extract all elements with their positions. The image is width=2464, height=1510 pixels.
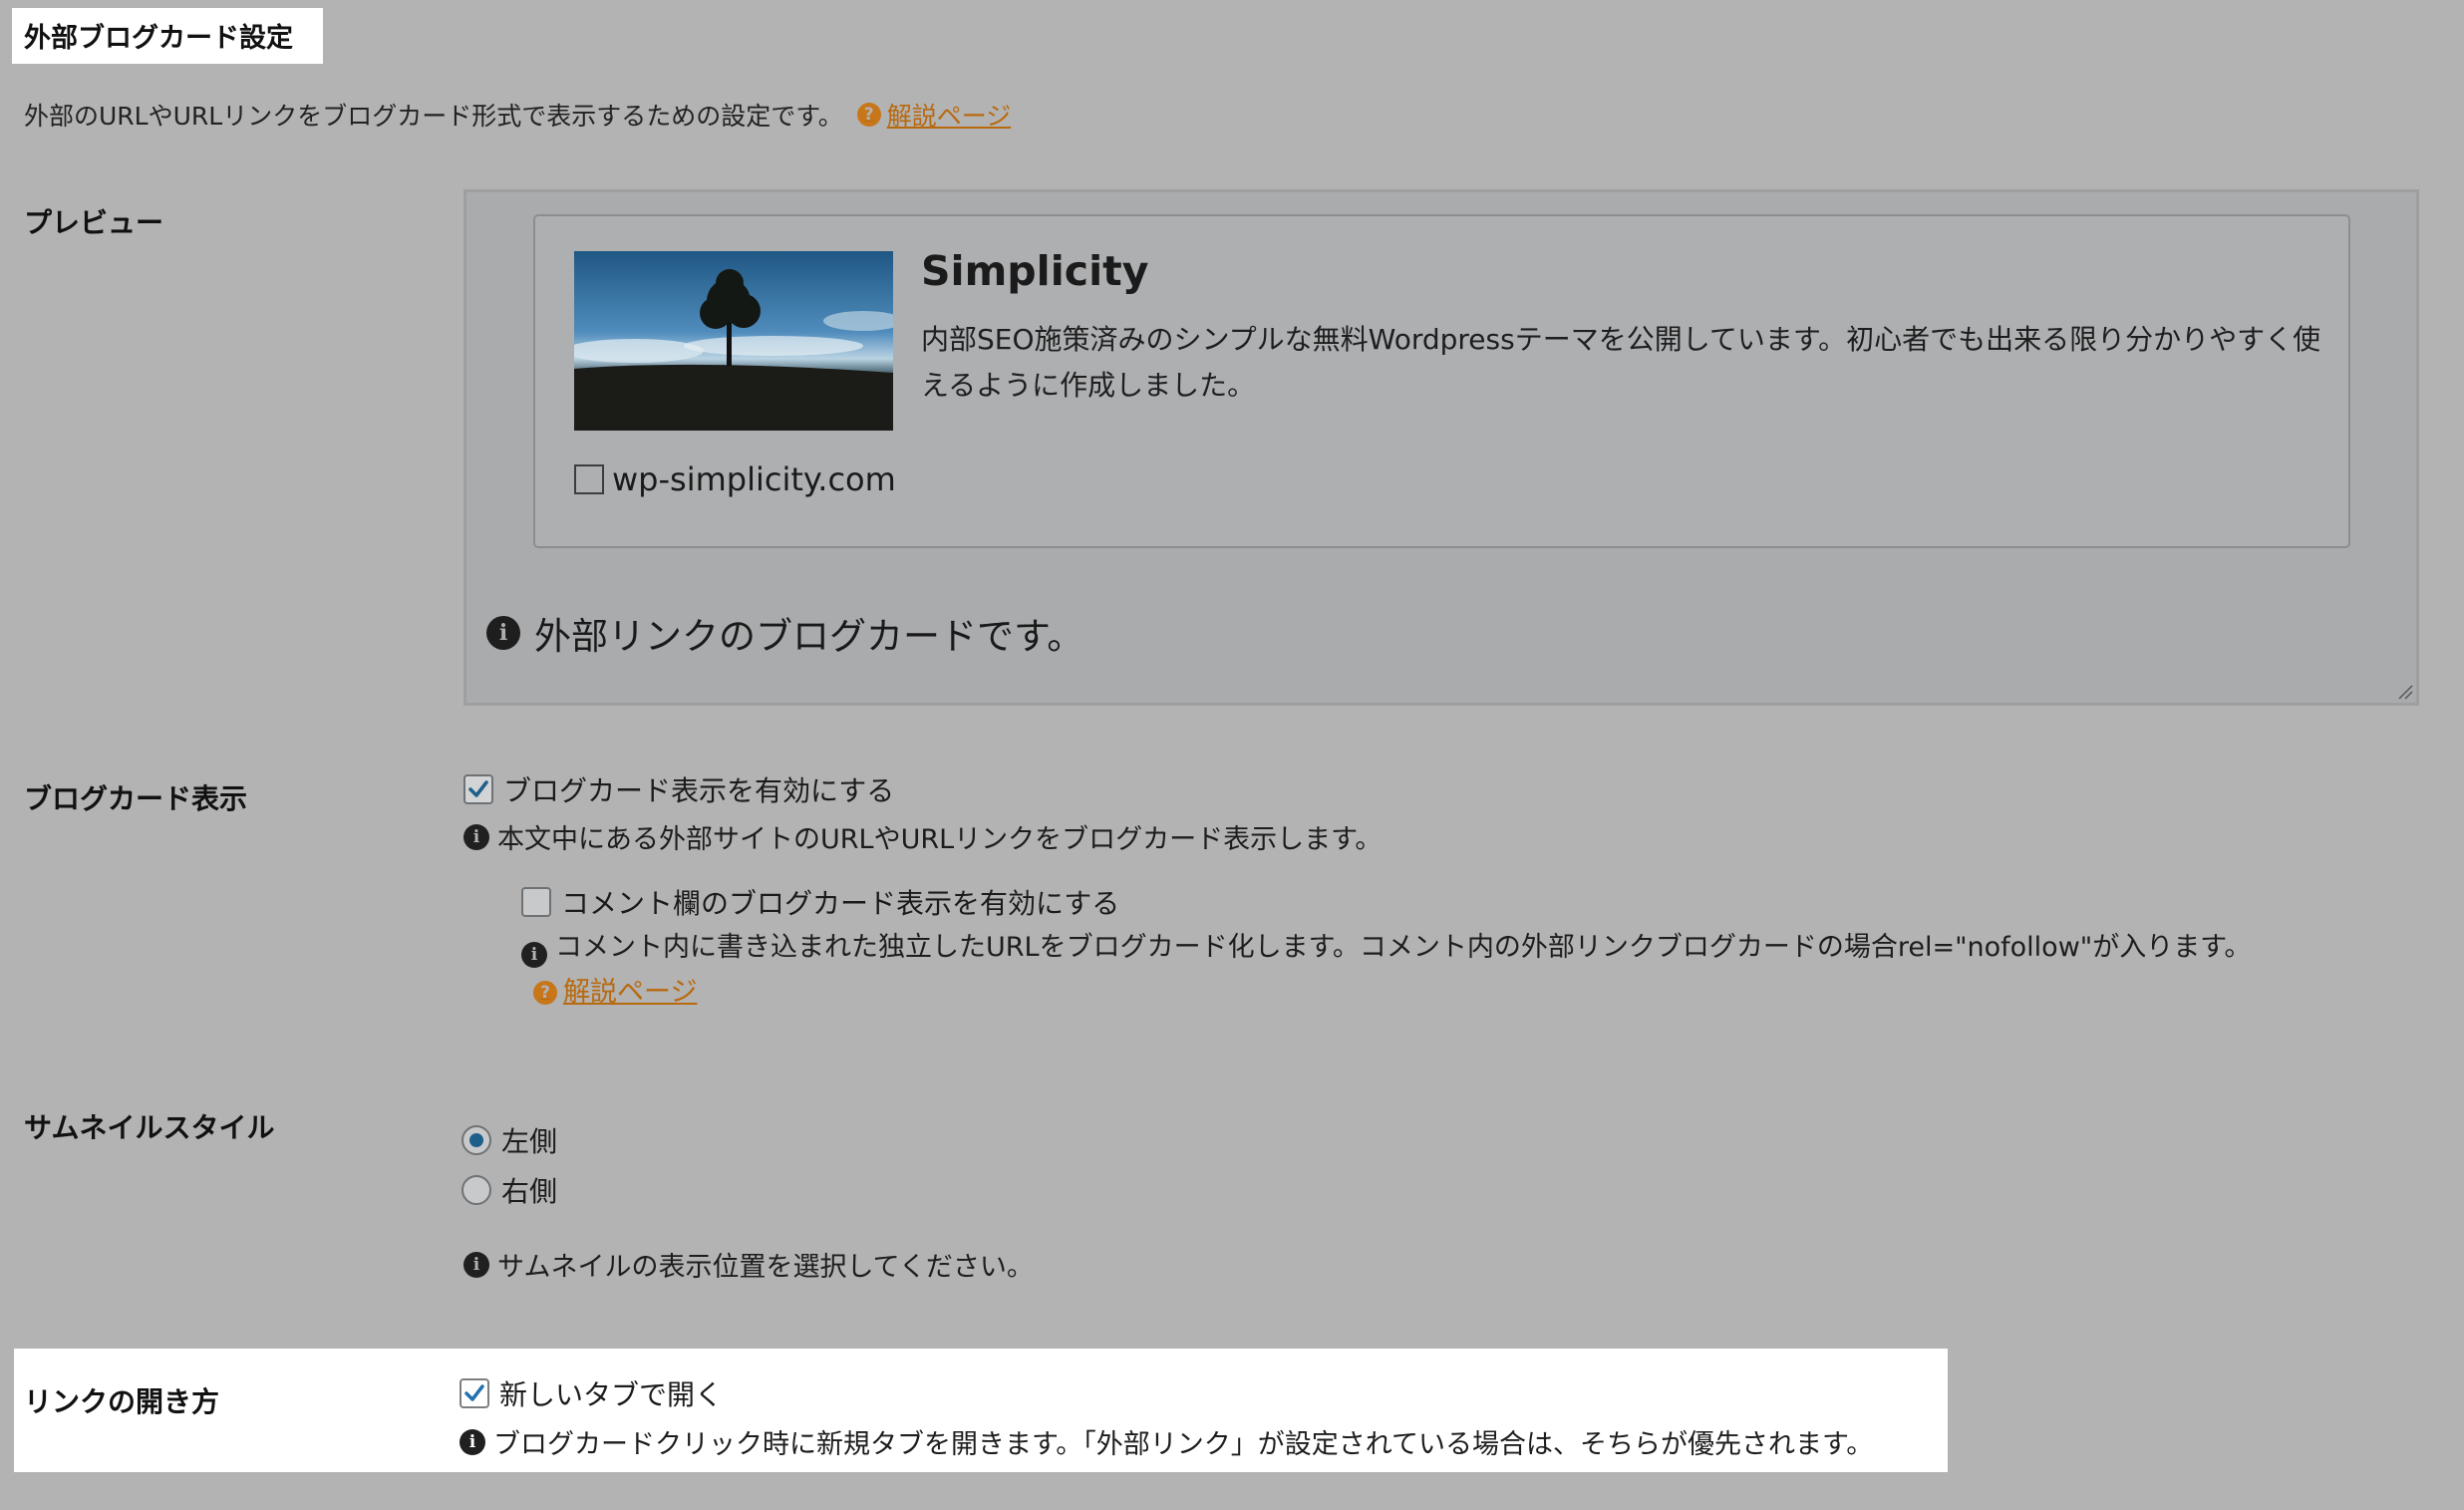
comment-blogcard-checkbox[interactable]: [521, 887, 551, 917]
info-icon: i: [463, 1251, 489, 1278]
question-icon: ?: [533, 981, 557, 1005]
enable-blogcard-note-text: 本文中にある外部サイトのURLやURLリンクをブログカード表示します。: [497, 824, 1383, 855]
comment-blogcard-label: コメント欄のブログカード表示を有効にする: [561, 887, 1120, 920]
thumbnail-left-label: 左側: [501, 1125, 558, 1158]
section-title: 外部ブログカード設定: [24, 23, 293, 54]
preview-note-text: 外部リンクのブログカードです。: [534, 615, 1084, 658]
enable-blogcard-checkbox[interactable]: [463, 774, 493, 804]
help-page-link[interactable]: ? 解説ページ: [856, 97, 1012, 133]
blogcard-title: Simplicity: [921, 247, 1149, 295]
open-new-tab-label: 新しいタブで開く: [499, 1378, 724, 1411]
favicon-icon: [574, 464, 604, 494]
thumbnail-right-radio[interactable]: [462, 1175, 491, 1205]
thumbnail-left-option[interactable]: 左側: [462, 1120, 557, 1160]
link-open-note: i ブログカードクリック時に新規タブを開きます。「外部リンク」が設定されている場…: [460, 1422, 1873, 1461]
blogcard-display-label: ブログカード表示: [24, 782, 248, 815]
comment-blogcard-note-text: コメント内に書き込まれた独立したURLをブログカード化します。コメント内の外部リ…: [555, 932, 2252, 963]
enable-blogcard-note: i 本文中にある外部サイトのURLやURLリンクをブログカード表示します。: [463, 817, 1382, 856]
link-open-note-text: ブログカードクリック時に新規タブを開きます。「外部リンク」が設定されている場合は…: [493, 1429, 1874, 1460]
info-icon: i: [460, 1428, 485, 1455]
comment-help-page-link-label: 解説ページ: [563, 977, 698, 1008]
info-icon: i: [463, 823, 489, 850]
help-page-link-label: 解説ページ: [886, 102, 1012, 131]
section-description-text: 外部のURLやURLリンクをブログカード形式で表示するための設定です。: [24, 102, 843, 131]
preview-label: プレビュー: [24, 206, 164, 239]
resize-handle-icon[interactable]: [2397, 684, 2413, 700]
blogcard-description: 内部SEO施策済みのシンプルな無料Wordpressテーマを公開しています。初心…: [921, 323, 2321, 402]
section-description: 外部のURLやURLリンクをブログカード形式で表示するための設定です。 ? 解説…: [24, 97, 1011, 133]
open-new-tab-option[interactable]: 新しいタブで開く: [460, 1373, 723, 1413]
info-icon: i: [486, 616, 520, 650]
link-open-label: リンクの開き方: [24, 1385, 220, 1418]
enable-blogcard-option[interactable]: ブログカード表示を有効にする: [463, 769, 894, 809]
thumbnail-left-radio[interactable]: [462, 1125, 491, 1155]
thumbnail-style-label: サムネイルスタイル: [24, 1111, 275, 1144]
comment-help-page-link[interactable]: ? 解説ページ: [533, 972, 697, 1014]
blogcard-domain-text: wp-simplicity.com: [612, 460, 896, 498]
thumbnail-right-label: 右側: [501, 1175, 558, 1208]
thumbnail-style-note: i サムネイルの表示位置を選択してください。: [463, 1245, 1034, 1284]
thumbnail-style-note-text: サムネイルの表示位置を選択してください。: [497, 1252, 1034, 1283]
checkmark-icon: [468, 780, 488, 797]
checkmark-icon: [464, 1384, 484, 1401]
blogcard-thumbnail: [574, 251, 893, 431]
enable-blogcard-label: ブログカード表示を有効にする: [503, 774, 895, 807]
info-icon: i: [521, 942, 547, 968]
thumbnail-right-option[interactable]: 右側: [462, 1170, 557, 1210]
comment-blogcard-note: i コメント内に書き込まれた独立したURLをブログカード化します。コメント内の外部…: [521, 927, 2395, 1014]
question-icon: ?: [856, 103, 881, 127]
comment-blogcard-option[interactable]: コメント欄のブログカード表示を有効にする: [521, 882, 1119, 922]
preview-note: i 外部リンクのブログカードです。: [486, 606, 1083, 660]
tree-landscape-image: [574, 251, 893, 431]
open-new-tab-checkbox[interactable]: [460, 1378, 489, 1408]
blogcard-domain: wp-simplicity.com: [574, 460, 896, 498]
